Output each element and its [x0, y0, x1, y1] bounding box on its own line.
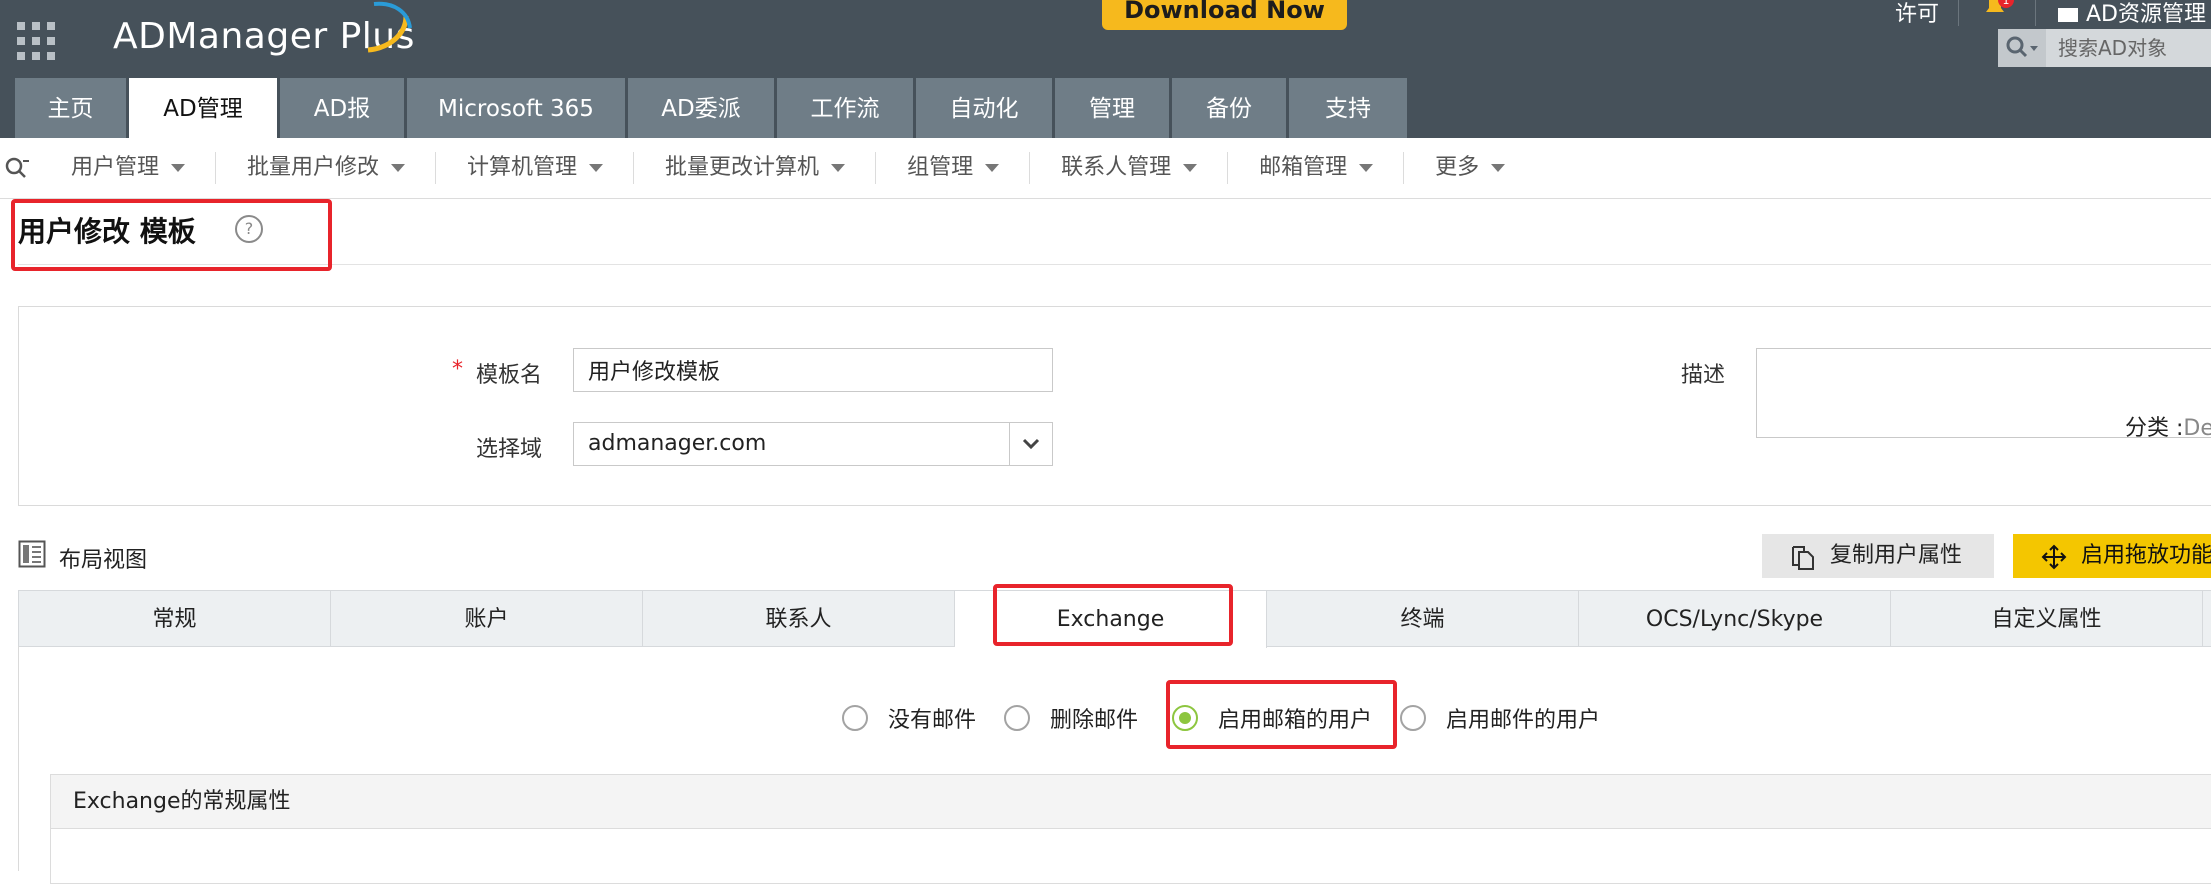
copy-user-attributes-button[interactable]: 复制用户属性 — [1762, 534, 1994, 578]
caret-down-icon — [1359, 164, 1374, 172]
domain-label: 选择域 — [476, 437, 543, 462]
sub-nav-group-management[interactable]: 组管理 — [876, 138, 1031, 198]
logo-swoosh-icon — [367, 1, 412, 53]
caret-down-icon — [1183, 164, 1198, 172]
sub-nav-label: 计算机管理 — [467, 155, 578, 180]
template-name-label: 模板名 — [476, 363, 543, 388]
menu-search-icon[interactable] — [4, 155, 30, 181]
tab-support[interactable]: 支持 — [1289, 78, 1407, 138]
exchange-general-section: Exchange的常规属性 — [50, 774, 2211, 884]
caret-down-icon — [391, 164, 406, 172]
ad-object-search[interactable] — [1998, 29, 2211, 67]
enable-drag-drop-button[interactable]: 启用拖放功能 — [2013, 534, 2211, 578]
sub-nav-bulk-user-modify[interactable]: 批量用户修改 — [216, 138, 437, 198]
copy-icon — [1792, 546, 1814, 570]
required-mark: * — [452, 357, 463, 382]
radio-label: 启用邮件的用户 — [1446, 708, 1601, 733]
caret-down-icon — [831, 164, 846, 172]
sub-nav-label: 联系人管理 — [1061, 155, 1172, 180]
download-now-button[interactable]: Download Now — [1102, 0, 1347, 30]
sub-nav-label: 用户管理 — [71, 155, 160, 180]
category-label: 分类 : — [2125, 416, 2184, 441]
sub-nav-label: 更多 — [1435, 155, 1480, 180]
divider — [18, 264, 2211, 265]
sub-nav-label: 批量更改计算机 — [665, 155, 820, 180]
search-input[interactable] — [2056, 33, 2211, 63]
template-name-input[interactable] — [573, 348, 1053, 392]
category: 分类 :De — [2125, 410, 2211, 442]
tab-contact[interactable]: 联系人 — [643, 591, 955, 646]
tab-workflow[interactable]: 工作流 — [777, 78, 913, 138]
radio-mail-enabled-user[interactable]: 启用邮件的用户 — [1400, 702, 1600, 734]
sub-nav-items: 用户管理 批量用户修改 计算机管理 批量更改计算机 组管理 联系人管理 邮箱管理… — [40, 138, 1536, 198]
radio-label: 删除邮件 — [1050, 708, 1139, 733]
sub-nav-mailbox-management[interactable]: 邮箱管理 — [1228, 138, 1405, 198]
domain-value: admanager.com — [588, 431, 767, 456]
sub-nav-more[interactable]: 更多 — [1404, 138, 1536, 198]
ad-resource-menu[interactable]: AD资源管理 — [2058, 0, 2206, 28]
header-divider — [2035, 0, 2036, 26]
content-border — [18, 646, 19, 871]
radio-circle[interactable] — [1004, 705, 1031, 731]
tab-admin[interactable]: 管理 — [1055, 78, 1169, 138]
layout-view-label[interactable]: 布局视图 — [59, 542, 147, 574]
sub-nav-label: 组管理 — [907, 155, 974, 180]
caret-down-icon — [1491, 164, 1506, 172]
license-link[interactable]: 许可 — [1895, 0, 1939, 28]
section-header: Exchange的常规属性 — [51, 775, 2211, 829]
tab-custom-attributes[interactable]: 自定义属性 — [1891, 591, 2203, 646]
tab-terminal[interactable]: 终端 — [1267, 591, 1579, 646]
sub-nav-label: 批量用户修改 — [247, 155, 380, 180]
highlight-box-mailbox-option — [1166, 680, 1397, 749]
sub-nav-contact-management[interactable]: 联系人管理 — [1030, 138, 1229, 198]
app-grid-icon[interactable] — [17, 22, 57, 62]
main-nav: 主页 AD管理 AD报表 Microsoft 365 AD委派 工作流 自动化 … — [15, 78, 1410, 184]
domain-dropdown-button[interactable] — [1009, 423, 1052, 465]
sub-nav-user-management[interactable]: 用户管理 — [40, 138, 217, 198]
sub-nav-label: 邮箱管理 — [1259, 155, 1348, 180]
highlight-box-exchange-tab — [993, 584, 1233, 646]
move-icon — [2041, 544, 2067, 570]
caret-down-icon — [171, 164, 186, 172]
domain-select[interactable]: admanager.com — [573, 422, 1053, 466]
notification-count: 1 — [2003, 0, 2010, 7]
chevron-down-icon — [1022, 438, 1040, 450]
tab-general[interactable]: 常规 — [19, 591, 331, 646]
copy-button-label: 复制用户属性 — [1830, 543, 1963, 568]
tab-ocs-lync-skype[interactable]: OCS/Lync/Skype — [1579, 591, 1891, 646]
radio-delete-mail[interactable]: 删除邮件 — [1004, 702, 1138, 734]
tab-microsoft-365[interactable]: Microsoft 365 — [407, 78, 625, 138]
category-value[interactable]: De — [2183, 416, 2211, 441]
caret-down-icon — [589, 164, 604, 172]
highlight-box-title — [11, 199, 332, 271]
radio-circle[interactable] — [842, 705, 868, 731]
description-label: 描述 — [1681, 363, 1726, 388]
radio-no-mail[interactable]: 没有邮件 — [842, 702, 976, 734]
tab-home[interactable]: 主页 — [15, 78, 126, 138]
layout-view-icon[interactable] — [18, 540, 46, 568]
caret-down-icon — [985, 164, 1000, 172]
tab-account[interactable]: 账户 — [331, 591, 643, 646]
search-icon — [2006, 36, 2038, 58]
tab-ad-management[interactable]: AD管理 — [129, 78, 277, 138]
top-header: ADManager Plus Download Now 许可 1 AD资源管理 … — [0, 0, 2211, 184]
tab-ad-delegation[interactable]: AD委派 — [628, 78, 774, 138]
sub-nav-bulk-computer-modify[interactable]: 批量更改计算机 — [634, 138, 877, 198]
sub-nav: 用户管理 批量用户修改 计算机管理 批量更改计算机 组管理 联系人管理 邮箱管理… — [0, 138, 2211, 199]
tab-automation[interactable]: 自动化 — [916, 78, 1052, 138]
ad-resource-label: AD资源管理 — [2086, 2, 2206, 27]
radio-circle[interactable] — [1400, 705, 1427, 731]
notification-bell-icon[interactable]: 1 — [1982, 0, 2016, 20]
radio-label: 没有邮件 — [888, 708, 977, 733]
tab-ad-reports[interactable]: AD报表 — [280, 78, 404, 184]
search-options-button[interactable] — [1998, 29, 2046, 67]
sub-nav-computer-management[interactable]: 计算机管理 — [436, 138, 635, 198]
header-divider — [1958, 0, 1959, 26]
tab-backup[interactable]: 备份 — [1172, 78, 1286, 138]
drag-button-label: 启用拖放功能 — [2081, 543, 2211, 568]
window-icon — [2058, 8, 2078, 22]
